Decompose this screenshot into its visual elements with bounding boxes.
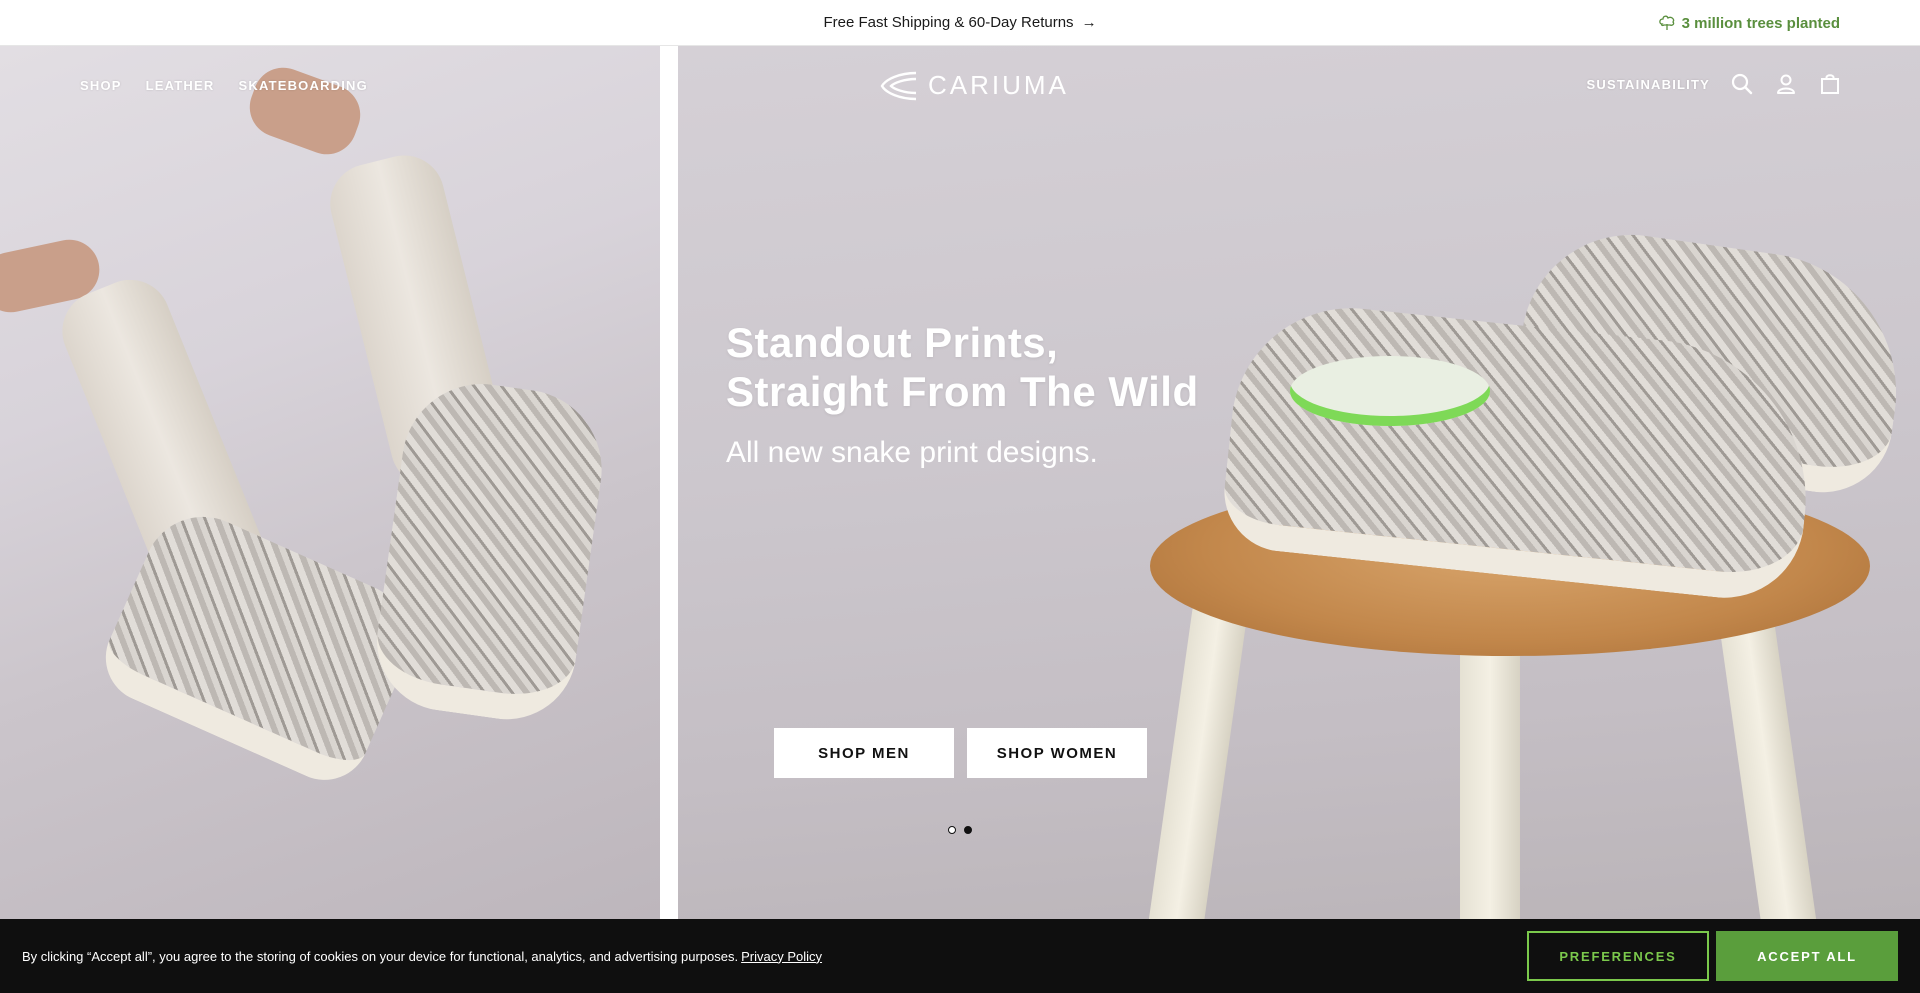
nav-shop[interactable]: SHOP [80,78,122,93]
announcement-bar: Free Fast Shipping & 60-Day Returns → 3 … [0,0,1920,46]
slide-dot-2[interactable] [964,826,972,834]
slider-pagination [948,826,972,834]
tree-icon [1658,15,1674,30]
shop-women-button[interactable]: SHOP WOMEN [967,728,1147,778]
cookie-message-text: By clicking “Accept all”, you agree to t… [22,948,739,964]
hero-subtitle: All new snake print designs. [726,436,1098,469]
hero-title-line-2: Straight From The Wild [726,368,1199,415]
shop-men-button[interactable]: SHOP MEN [774,728,954,778]
shoe-insole-shape [1290,356,1490,426]
slide-dot-1[interactable] [948,826,956,834]
stool-leg-shape [1460,646,1520,919]
hero-banner [0,46,1920,919]
trees-planted[interactable]: 3 million trees planted [1658,0,1840,46]
bag-icon[interactable] [1818,72,1842,96]
brand-logo[interactable]: CARIUMA [880,70,1069,101]
preferences-button[interactable]: PREFERENCES [1527,931,1709,981]
logo-mark-icon [880,71,917,100]
shipping-returns-link[interactable]: Free Fast Shipping & 60-Day Returns → [823,14,1096,31]
account-icon[interactable] [1774,72,1798,96]
utility-nav: SUSTAINABILITY [1587,72,1842,96]
main-nav: SHOP LEATHER SKATEBOARDING [80,78,368,93]
trees-planted-text: 3 million trees planted [1681,14,1840,32]
privacy-policy-link[interactable]: Privacy Policy [741,949,822,964]
hero-title: Standout Prints, Straight From The Wild [726,318,1286,416]
cookie-message: By clicking “Accept all”, you agree to t… [22,949,822,964]
hero-cta-row: SHOP MEN SHOP WOMEN [774,728,1147,778]
search-icon[interactable] [1730,72,1754,96]
hero-image-left [0,46,660,919]
cookie-consent-bar: By clicking “Accept all”, you agree to t… [0,919,1920,993]
hero-divider [660,46,678,919]
nav-sustainability[interactable]: SUSTAINABILITY [1587,77,1710,92]
hero-title-line-1: Standout Prints, [726,319,1059,366]
arrow-right-icon: → [1081,14,1097,31]
hand-shape [241,59,369,163]
nav-leather[interactable]: LEATHER [146,78,215,93]
nav-skateboarding[interactable]: SKATEBOARDING [238,78,367,93]
logo-text: CARIUMA [928,70,1069,100]
announcement-text: Free Fast Shipping & 60-Day Returns [823,14,1074,31]
cookie-actions: PREFERENCES ACCEPT ALL [1527,931,1898,981]
accept-all-button[interactable]: ACCEPT ALL [1716,931,1898,981]
